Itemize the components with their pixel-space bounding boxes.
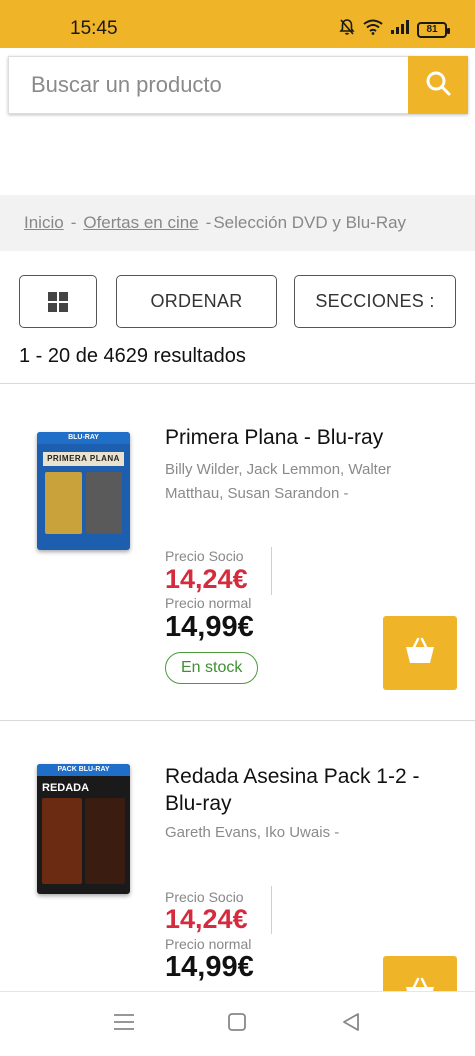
menu-button[interactable] [109, 1012, 139, 1036]
back-triangle-icon [341, 1012, 361, 1037]
breadcrumb: Inicio - Ofertas en cine - Selección DVD… [0, 195, 475, 251]
divider [0, 720, 475, 721]
mute-bell-icon [339, 18, 355, 41]
back-button[interactable] [336, 1012, 366, 1036]
product-authors: Gareth Evans, Iko Uwais - [165, 824, 340, 841]
breadcrumb-current: Selección DVD y Blu-Ray [213, 213, 407, 232]
price-divider [271, 547, 272, 595]
search-button[interactable] [408, 56, 468, 114]
cover-title: PRIMERA PLANA [43, 452, 124, 466]
product-cover-image[interactable]: BLU-RAY PRIMERA PLANA [37, 432, 130, 550]
product-title[interactable]: Redada Asesina Pack 1-2 - Blu-ray [165, 763, 445, 817]
member-price-label: Precio Socio [165, 889, 244, 905]
normal-price: 14,99€ [165, 611, 254, 643]
divider [0, 383, 475, 384]
member-price: 14,24€ [165, 904, 248, 934]
breadcrumb-separator: - [205, 213, 212, 232]
product-title[interactable]: Primera Plana - Blu-ray [165, 424, 445, 451]
signal-icon [391, 20, 409, 39]
status-time: 15:45 [70, 18, 118, 39]
search-input[interactable] [8, 56, 408, 114]
status-icons: 81 [339, 18, 450, 41]
status-bar: 15:45 81 [0, 0, 475, 48]
add-to-cart-button[interactable] [383, 616, 457, 690]
search-bar [8, 56, 468, 114]
breadcrumb-section-link[interactable]: Ofertas en cine [83, 213, 198, 233]
product-cover-image[interactable]: PACK BLU-RAY REDADA [37, 764, 130, 894]
normal-price-label: Precio normal [165, 595, 252, 611]
system-navigation-bar [0, 991, 475, 1056]
menu-icon [113, 1013, 135, 1036]
results-count: 1 - 20 de 4629 resultados [19, 345, 246, 367]
home-button[interactable] [222, 1012, 252, 1036]
search-icon [425, 70, 451, 101]
member-price: 14,24€ [165, 564, 248, 594]
wifi-icon [363, 19, 383, 40]
normal-price: 14,99€ [165, 951, 254, 983]
sort-button[interactable]: ORDENAR [116, 275, 277, 328]
cover-title: REDADA [42, 782, 90, 794]
shopping-basket-icon [404, 637, 436, 670]
grid-view-button[interactable] [19, 275, 97, 328]
grid-view-icon [48, 291, 68, 312]
home-square-icon [227, 1012, 247, 1037]
stock-badge: En stock [165, 652, 259, 684]
list-toolbar: ORDENAR SECCIONES : [19, 275, 456, 328]
product-authors: Billy Wilder, Jack Lemmon, Walter Mattha… [165, 461, 392, 502]
battery-icon: 81 [417, 21, 450, 38]
breadcrumb-separator: - [70, 213, 77, 232]
sections-button[interactable]: SECCIONES : [294, 275, 456, 328]
normal-price-label: Precio normal [165, 936, 252, 952]
member-price-label: Precio Socio [165, 548, 244, 564]
breadcrumb-home-link[interactable]: Inicio [24, 213, 64, 233]
price-divider [271, 886, 272, 934]
